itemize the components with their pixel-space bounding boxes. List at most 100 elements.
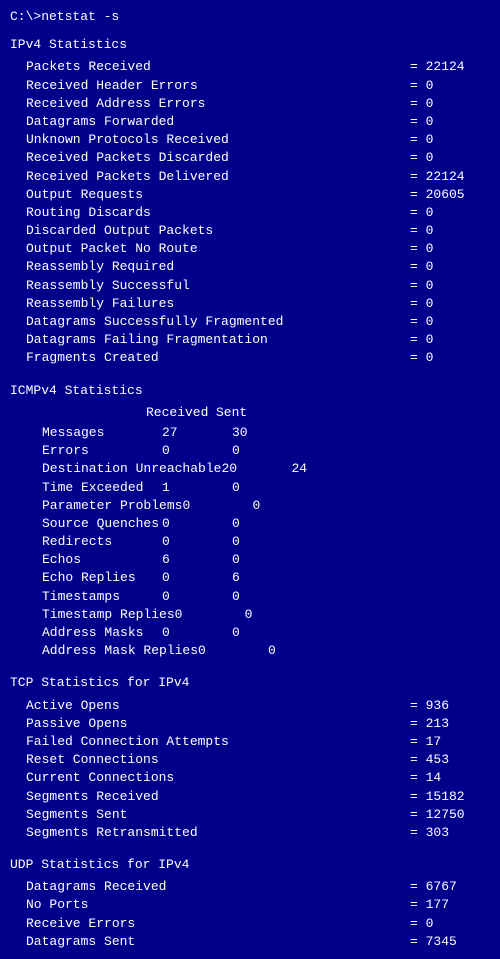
stat-row: Datagrams Failing Fragmentation= 0 [10,331,490,349]
stat-row: Segments Received= 15182 [10,788,490,806]
stat-label: Received Address Errors [26,95,410,113]
stat-label: Segments Retransmitted [26,824,410,842]
icmp-row: Address Masks00 [42,624,490,642]
stat-row: Current Connections= 14 [10,769,490,787]
icmp-sent: 0 [268,642,338,660]
stat-row: Routing Discards= 0 [10,204,490,222]
icmp-row-label: Source Quenches [42,515,162,533]
icmpv4-header: ICMPv4 Statistics [10,382,490,400]
stat-value: = 213 [410,715,490,733]
stat-row: Reset Connections= 453 [10,751,490,769]
icmp-sent: 0 [232,551,302,569]
icmp-row-label: Echos [42,551,162,569]
stat-value: = 0 [410,113,490,131]
icmp-row: Echos60 [42,551,490,569]
icmp-sent: 0 [245,606,315,624]
icmp-received: 0 [198,642,268,660]
udp-header: UDP Statistics for IPv4 [10,856,490,874]
stat-label: Segments Sent [26,806,410,824]
stat-row: Received Address Errors= 0 [10,95,490,113]
icmp-row-label: Destination Unreachable [42,460,221,478]
stat-value: = 22124 [410,168,490,186]
terminal-window: C:\>netstat -s IPv4 Statistics Packets R… [10,8,490,951]
stat-label: Packets Received [26,58,410,76]
icmp-row: Errors00 [42,442,490,460]
tcp-header: TCP Statistics for IPv4 [10,674,490,692]
icmp-sent: 0 [232,624,302,642]
stat-row: Failed Connection Attempts= 17 [10,733,490,751]
stat-row: Output Requests= 20605 [10,186,490,204]
stat-value: = 453 [410,751,490,769]
icmp-row-label: Redirects [42,533,162,551]
icmp-received: 0 [182,497,252,515]
icmp-received: 0 [162,442,232,460]
stat-row: Passive Opens= 213 [10,715,490,733]
stat-label: Discarded Output Packets [26,222,410,240]
stat-label: Active Opens [26,697,410,715]
stat-value: = 22124 [410,58,490,76]
icmp-sent: 0 [232,442,302,460]
icmp-row-label: Messages [42,424,162,442]
icmp-sent: 30 [232,424,302,442]
icmp-received: 27 [162,424,232,442]
icmpv4-col-received: Received [146,404,216,422]
icmp-sent: 0 [232,533,302,551]
stat-value: = 0 [410,240,490,258]
stat-row: Packets Received= 22124 [10,58,490,76]
stat-value: = 0 [410,222,490,240]
icmp-row-label: Parameter Problems [42,497,182,515]
stat-label: Received Packets Delivered [26,168,410,186]
stat-value: = 0 [410,131,490,149]
stat-value: = 0 [410,313,490,331]
stat-value: = 6767 [410,878,490,896]
icmp-sent: 24 [291,460,361,478]
icmp-row: Timestamps00 [42,588,490,606]
stat-label: Current Connections [26,769,410,787]
icmp-row-label: Timestamp Replies [42,606,175,624]
stat-row: Received Header Errors= 0 [10,77,490,95]
stat-value: = 936 [410,697,490,715]
stat-value: = 0 [410,331,490,349]
icmp-row-label: Time Exceeded [42,479,162,497]
ipv4-header: IPv4 Statistics [10,36,490,54]
stat-row: Reassembly Failures= 0 [10,295,490,313]
stat-row: Segments Sent= 12750 [10,806,490,824]
stat-label: Unknown Protocols Received [26,131,410,149]
icmpv4-col-sent: Sent [216,404,286,422]
stat-value: = 7345 [410,933,490,951]
stat-label: Datagrams Received [26,878,410,896]
icmp-sent: 0 [232,515,302,533]
icmp-row: Parameter Problems00 [42,497,490,515]
stat-label: Reassembly Failures [26,295,410,313]
stat-label: Failed Connection Attempts [26,733,410,751]
stat-row: No Ports= 177 [10,896,490,914]
stat-label: Datagrams Sent [26,933,410,951]
icmpv4-col-headers: Received Sent [26,404,490,422]
stat-label: Segments Received [26,788,410,806]
icmp-row-label: Address Masks [42,624,162,642]
stat-label: Fragments Created [26,349,410,367]
stat-value: = 15182 [410,788,490,806]
stat-label: Datagrams Successfully Fragmented [26,313,410,331]
stat-row: Datagrams Received= 6767 [10,878,490,896]
stat-label: Datagrams Failing Fragmentation [26,331,410,349]
stat-row: Receive Errors= 0 [10,915,490,933]
stat-value: = 0 [410,349,490,367]
icmp-row: Redirects00 [42,533,490,551]
stat-label: Datagrams Forwarded [26,113,410,131]
stat-label: Reassembly Required [26,258,410,276]
stat-value: = 303 [410,824,490,842]
stat-label: Receive Errors [26,915,410,933]
stat-value: = 0 [410,295,490,313]
icmp-received: 1 [162,479,232,497]
icmp-received: 0 [162,588,232,606]
stat-label: Reassembly Successful [26,277,410,295]
stat-value: = 0 [410,149,490,167]
icmp-sent: 0 [232,479,302,497]
stat-row: Datagrams Sent= 7345 [10,933,490,951]
stat-value: = 0 [410,95,490,113]
stat-row: Reassembly Successful= 0 [10,277,490,295]
icmp-received: 20 [221,460,291,478]
stat-row: Unknown Protocols Received= 0 [10,131,490,149]
icmp-row: Destination Unreachable2024 [42,460,490,478]
